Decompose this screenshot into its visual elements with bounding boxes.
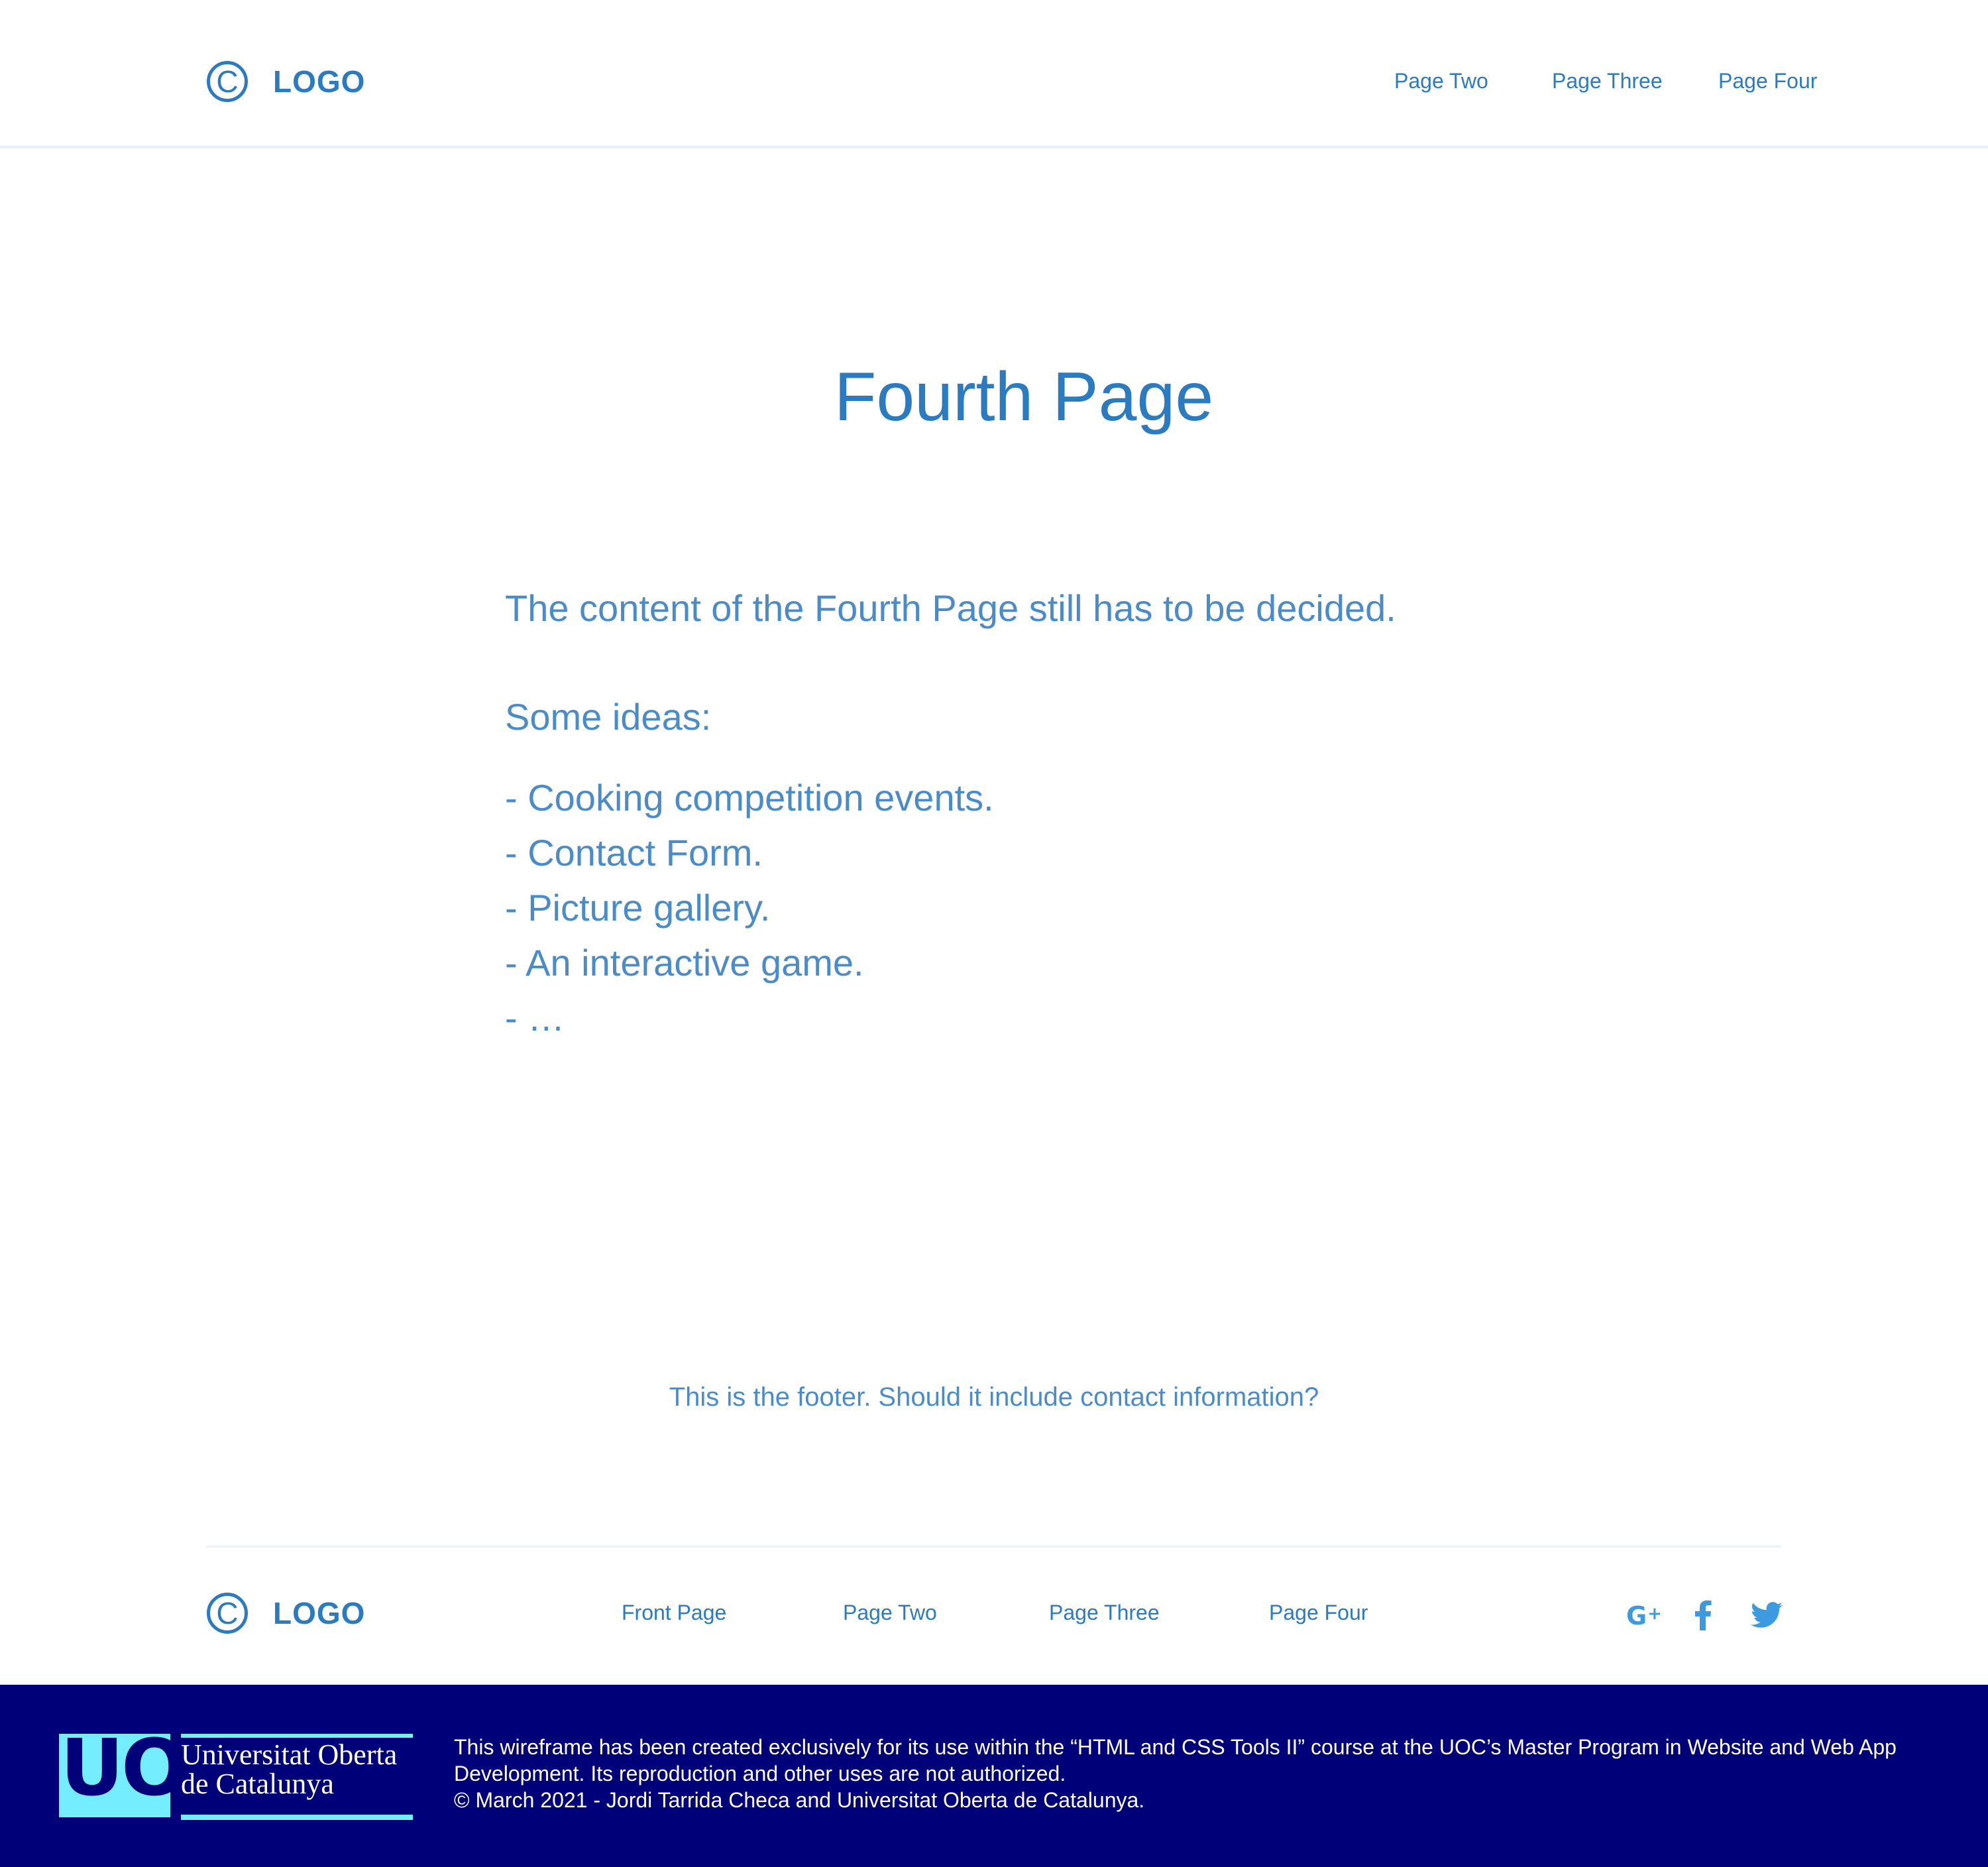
site-footer: C LOGO Front Page Page Two Page Three Pa… (0, 1548, 1988, 1685)
uoc-mark-text: UOC (60, 1734, 170, 1813)
twitter-icon[interactable] (1747, 1595, 1787, 1635)
google-plus-icon[interactable]: G + (1625, 1595, 1665, 1635)
uoc-mark-icon: UOC (59, 1734, 170, 1817)
logo-text: LOGO (273, 64, 366, 99)
footer-link-page-four[interactable]: Page Four (1269, 1601, 1368, 1625)
facebook-icon[interactable] (1683, 1595, 1723, 1635)
footer-note: This is the footer. Should it include co… (669, 1383, 1319, 1412)
nav-link-page-two[interactable]: Page Two (1394, 69, 1488, 93)
ideas-heading: Some ideas: (505, 696, 712, 738)
credits-copyright: © March 2021 - Jordi Tarrida Checa and U… (454, 1788, 1145, 1812)
credits-band: UOC Universitat Oberta de Catalunya This… (0, 1685, 1988, 1867)
logo-symbol: C (216, 64, 239, 99)
uoc-logo: UOC Universitat Oberta de Catalunya (59, 1734, 413, 1820)
footer-link-front-page[interactable]: Front Page (622, 1601, 726, 1625)
list-item: - Cooking competition events. (505, 777, 994, 819)
uoc-logo-rule-bottom (181, 1815, 413, 1820)
footer-logo[interactable]: C LOGO (207, 1593, 365, 1634)
footer-link-page-two[interactable]: Page Two (843, 1601, 937, 1625)
nav-link-page-four[interactable]: Page Four (1718, 69, 1817, 93)
list-item: - Picture gallery. (505, 887, 771, 929)
header-logo[interactable]: C LOGO (207, 61, 365, 102)
logo-symbol: C (216, 1596, 239, 1630)
uoc-name: Universitat Oberta de Catalunya (181, 1740, 397, 1799)
list-item: - … (505, 997, 565, 1039)
copyright-logo-icon: C (207, 61, 248, 102)
footer-link-page-three[interactable]: Page Three (1049, 1601, 1160, 1625)
credits-notice: This wireframe has been created exclusiv… (454, 1735, 1897, 1785)
list-item: - Contact Form. (505, 832, 763, 874)
copyright-logo-icon: C (207, 1593, 248, 1634)
page: C LOGO Page Two Page Three Page Four Fou… (0, 0, 1988, 1867)
uoc-logo-rule-top (181, 1734, 413, 1738)
uoc-name-line1: Universitat Oberta (181, 1738, 398, 1771)
svg-text:+: + (1647, 1604, 1662, 1624)
nav-link-page-three[interactable]: Page Three (1552, 69, 1663, 93)
svg-text:G: G (1626, 1602, 1647, 1628)
uoc-name-line2: de Catalunya (181, 1768, 334, 1800)
page-content: The content of the Fourth Page still has… (505, 581, 1565, 1045)
intro-text: The content of the Fourth Page still has… (505, 587, 1396, 629)
logo-text: LOGO (273, 1596, 366, 1630)
list-item: - An interactive game. (505, 942, 864, 984)
page-title: Fourth Page (834, 359, 1214, 435)
ideas-list: - Cooking competition events. - Contact … (505, 770, 1565, 1045)
credits-text: This wireframe has been created exclusiv… (454, 1734, 1945, 1813)
site-header: C LOGO Page Two Page Three Page Four (0, 0, 1988, 148)
